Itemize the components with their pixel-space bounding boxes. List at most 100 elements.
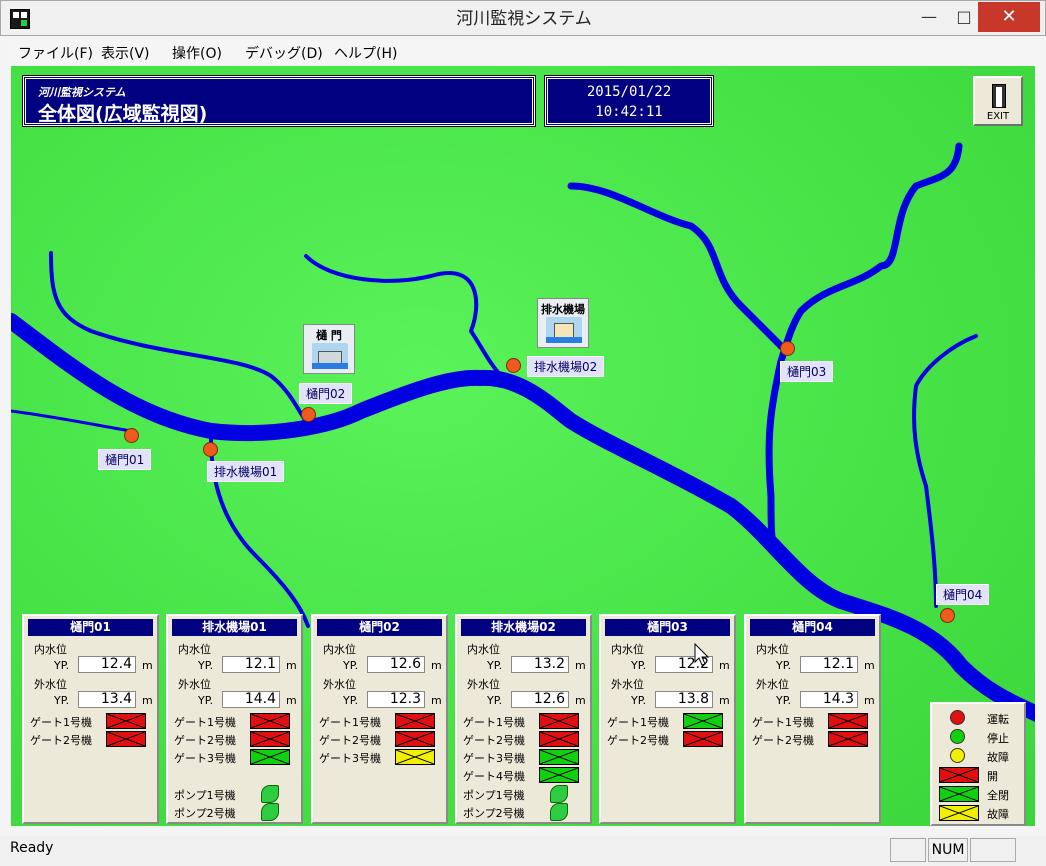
facility-panel: 樋門03 内水位 YP. 12.2 m 外水位 YP. 13.8 m ゲート1号機 ゲート2号機 — [599, 614, 736, 824]
status-cell-scroll — [970, 838, 1016, 862]
status-bar: Ready NUM — [0, 836, 1046, 866]
gate-status-indicator[interactable] — [539, 731, 579, 747]
legend-label: 運転 — [987, 713, 1009, 726]
gate01-marker[interactable] — [124, 428, 139, 443]
system-name: 河川監視システム — [38, 86, 126, 99]
legend-label: 故障 — [987, 808, 1009, 821]
exit-button[interactable]: EXIT — [973, 76, 1023, 126]
outer-level-value: 13.4 — [78, 691, 136, 708]
yp-label: YP. — [487, 659, 503, 672]
panel-title: 排水機場02 — [461, 619, 586, 636]
gate-status-indicator[interactable] — [539, 749, 579, 765]
gate-status-indicator[interactable] — [828, 713, 868, 729]
outer-level-label: 外水位 — [178, 678, 211, 691]
map-area: 河川監視システム 全体図(広域監視図) 2015/01/22 10:42:11 … — [11, 66, 1035, 826]
legend-label: 停止 — [987, 732, 1009, 745]
status-text: Ready — [10, 840, 54, 856]
tributary-ne-2 — [765, 142, 963, 550]
mouse-cursor — [694, 643, 710, 666]
gate-label: ゲート1号機 — [174, 716, 236, 729]
status-cell-caps — [890, 838, 926, 862]
clock-date: 2015/01/22 — [586, 84, 672, 100]
gate-status-indicator[interactable] — [683, 713, 723, 729]
unit-label: m — [864, 694, 875, 707]
menu-file[interactable]: ファイル(F) — [18, 43, 93, 63]
pump02-label[interactable]: 排水機場02 — [527, 356, 605, 377]
gate-status-indicator[interactable] — [250, 749, 290, 765]
gate02-label[interactable]: 樋門02 — [299, 383, 353, 404]
gate-label: ゲート2号機 — [174, 734, 236, 747]
unit-label: m — [142, 694, 153, 707]
panel-title: 樋門01 — [28, 619, 153, 636]
pump-status-icon[interactable] — [550, 785, 568, 803]
legend-gate-swatch — [939, 767, 979, 783]
pump-station-icon[interactable]: 排水機場 — [537, 298, 589, 348]
legend-status-dot — [950, 748, 965, 763]
gate-status-indicator[interactable] — [683, 731, 723, 747]
gate-status-indicator[interactable] — [250, 731, 290, 747]
pump-status-icon[interactable] — [261, 803, 279, 821]
yp-label: YP. — [343, 659, 359, 672]
gate-status-indicator[interactable] — [828, 731, 868, 747]
gate-label: ゲート1号機 — [463, 716, 525, 729]
window-titlebar[interactable]: 河川監視システム — □ ✕ — [0, 0, 1046, 36]
gate04-label[interactable]: 樋門04 — [936, 584, 990, 605]
tributary-ne-1 — [567, 182, 790, 355]
gate-picture — [312, 343, 348, 369]
menu-view[interactable]: 表示(V) — [101, 43, 150, 63]
legend-label: 開 — [987, 770, 998, 783]
gate-label: ゲート1号機 — [30, 716, 92, 729]
unit-label: m — [864, 659, 875, 672]
pump-label: ポンプ2号機 — [174, 807, 236, 820]
pump02-marker[interactable] — [506, 358, 521, 373]
outer-level-label: 外水位 — [323, 678, 356, 691]
menu-help[interactable]: ヘルプ(H) — [334, 43, 397, 63]
yp-label: YP. — [54, 659, 70, 672]
menu-debug[interactable]: デバッグ(D) — [245, 43, 323, 63]
gate-label: ゲート3号機 — [463, 752, 525, 765]
gate-label: ゲート2号機 — [607, 734, 669, 747]
outer-level-label: 外水位 — [611, 678, 644, 691]
gate01-label[interactable]: 樋門01 — [98, 449, 152, 470]
pump01-marker[interactable] — [203, 442, 218, 457]
close-button[interactable]: ✕ — [978, 2, 1040, 32]
pump-status-icon[interactable] — [550, 803, 568, 821]
gate-status-indicator[interactable] — [539, 767, 579, 783]
unit-label: m — [431, 659, 442, 672]
gate-facility-icon[interactable]: 樋 門 — [303, 324, 355, 374]
pump-label: ポンプ1号機 — [174, 789, 236, 802]
menu-operation[interactable]: 操作(O) — [172, 43, 222, 63]
pump-status-icon[interactable] — [261, 785, 279, 803]
inner-level-label: 内水位 — [34, 643, 67, 656]
gate-status-indicator[interactable] — [539, 713, 579, 729]
gate-status-indicator[interactable] — [395, 749, 435, 765]
yp-label: YP. — [198, 659, 214, 672]
gate-label: ゲート2号機 — [30, 734, 92, 747]
yp-label: YP. — [54, 694, 70, 707]
view-title: 全体図(広域監視図) — [38, 103, 208, 125]
legend-label: 全閉 — [987, 789, 1009, 802]
pump-label: ポンプ2号機 — [463, 807, 525, 820]
gate-status-indicator[interactable] — [106, 731, 146, 747]
gate03-marker[interactable] — [780, 341, 795, 356]
gate-status-indicator[interactable] — [106, 713, 146, 729]
window-title: 河川監視システム — [456, 9, 592, 29]
inner-level-value: 13.2 — [511, 656, 569, 673]
gate02-marker[interactable] — [301, 407, 316, 422]
outer-level-value: 14.4 — [222, 691, 280, 708]
gate-status-indicator[interactable] — [250, 713, 290, 729]
gate04-marker[interactable] — [940, 608, 955, 623]
facility-panel: 樋門02 内水位 YP. 12.6 m 外水位 YP. 12.3 m ゲート1号機 ゲート2号機 ゲー… — [311, 614, 448, 824]
gate-label: ゲート3号機 — [319, 752, 381, 765]
gate-label: ゲート2号機 — [319, 734, 381, 747]
gate-status-indicator[interactable] — [395, 713, 435, 729]
pump01-label[interactable]: 排水機場01 — [207, 461, 285, 482]
unit-label: m — [286, 694, 297, 707]
gate-status-indicator[interactable] — [395, 731, 435, 747]
legend-gate-swatch — [939, 786, 979, 802]
yp-label: YP. — [631, 694, 647, 707]
tributary-east — [912, 334, 978, 608]
unit-label: m — [431, 694, 442, 707]
status-cell-num: NUM — [928, 838, 968, 862]
gate03-label[interactable]: 樋門03 — [780, 361, 834, 382]
